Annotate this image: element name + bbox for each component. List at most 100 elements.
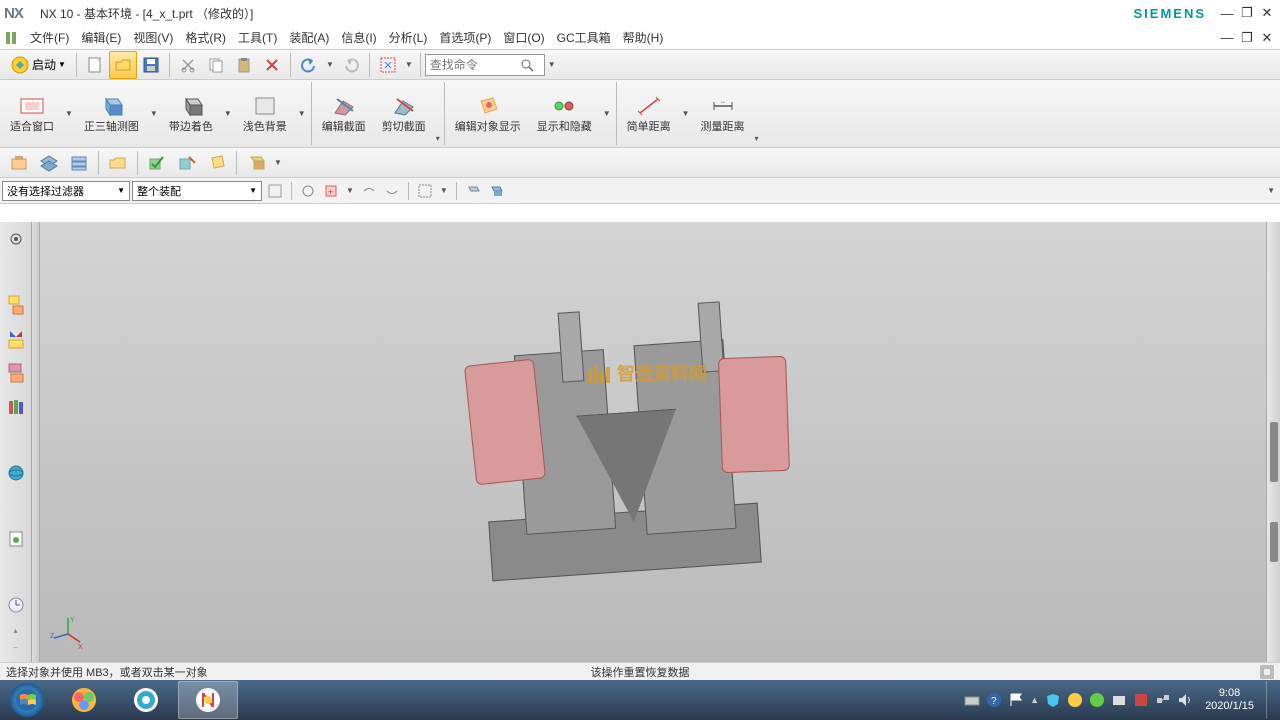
filter-dropdown[interactable]: 没有选择过滤器▼ xyxy=(2,181,130,201)
scope-dropdown[interactable]: 整个装配▼ xyxy=(132,181,262,201)
menu-file[interactable]: 文件(F) xyxy=(24,27,75,48)
scroll-thumb-1[interactable] xyxy=(1270,422,1278,482)
shaded-edges-button[interactable]: 带边着色 xyxy=(161,91,221,136)
menu-gctoolbox[interactable]: GC工具箱 xyxy=(551,27,617,48)
clock[interactable]: 9:08 2020/1/15 xyxy=(1199,687,1260,713)
volume-icon[interactable] xyxy=(1177,692,1193,708)
sel-2[interactable] xyxy=(297,180,319,202)
clip-section-button[interactable]: 剪切截面 xyxy=(374,91,434,136)
doc-close[interactable]: ✕ xyxy=(1258,30,1276,46)
fit-window-button[interactable]: 适合窗口 xyxy=(2,91,62,136)
tray-expand[interactable]: ▲ xyxy=(1030,695,1039,705)
gear-button[interactable] xyxy=(3,226,29,252)
asm-btn-5[interactable] xyxy=(142,150,172,176)
nav-button-4[interactable] xyxy=(3,394,29,420)
sel-1[interactable] xyxy=(264,180,286,202)
show-hide-dropdown[interactable]: ▼ xyxy=(600,109,614,118)
asm-btn-2[interactable] xyxy=(34,150,64,176)
asm-btn-7[interactable] xyxy=(202,150,232,176)
menu-window[interactable]: 窗口(O) xyxy=(497,27,550,48)
task-nx[interactable] xyxy=(178,681,238,719)
edit-section-button[interactable]: 编辑截面 xyxy=(314,91,374,136)
tray-icon-2[interactable] xyxy=(1067,692,1083,708)
sel-4[interactable] xyxy=(358,180,380,202)
maximize-button[interactable]: ❐ xyxy=(1238,5,1256,21)
fit-window-dropdown[interactable]: ▼ xyxy=(62,109,76,118)
shield-icon[interactable] xyxy=(1045,692,1061,708)
doc-minimize[interactable]: — xyxy=(1218,30,1236,46)
nav-button-5[interactable] xyxy=(3,460,29,486)
asm-btn-4[interactable] xyxy=(103,150,133,176)
tray-icon-5[interactable] xyxy=(1133,692,1149,708)
minimize-button[interactable]: — xyxy=(1218,5,1236,21)
menu-tools[interactable]: 工具(T) xyxy=(232,27,283,48)
status-icon[interactable] xyxy=(1260,665,1274,679)
asm-btn-1[interactable] xyxy=(4,150,34,176)
menu-edit[interactable]: 编辑(E) xyxy=(75,27,127,48)
delete-button[interactable] xyxy=(258,51,286,79)
collapse-up[interactable]: ▴ xyxy=(13,626,17,635)
menu-analysis[interactable]: 分析(L) xyxy=(383,27,434,48)
asm-btn-3[interactable] xyxy=(64,150,94,176)
sel-7[interactable] xyxy=(462,180,484,202)
copy-button[interactable] xyxy=(202,51,230,79)
undo-dropdown[interactable]: ▼ xyxy=(323,60,337,69)
viewport[interactable]: 智造资料网 X Y Z 正三轴测图 工作 摄像机 正三轴测图 xyxy=(40,222,1266,680)
bg-dropdown[interactable]: ▼ xyxy=(295,109,309,118)
collapse-mid[interactable]: – xyxy=(13,643,17,652)
section-expand[interactable]: ▾ xyxy=(434,132,442,145)
show-desktop[interactable] xyxy=(1266,681,1274,719)
trimetric-dropdown[interactable]: ▼ xyxy=(147,109,161,118)
new-button[interactable] xyxy=(81,51,109,79)
menu-format[interactable]: 格式(R) xyxy=(179,27,232,48)
open-button[interactable] xyxy=(109,51,137,79)
nav-button-1[interactable] xyxy=(3,292,29,318)
selbar-expand[interactable]: ▼ xyxy=(1264,186,1278,195)
asm-dropdown[interactable]: ▼ xyxy=(271,158,285,167)
sel-6[interactable] xyxy=(414,180,436,202)
sel-5[interactable] xyxy=(381,180,403,202)
menu-assembly[interactable]: 装配(A) xyxy=(283,27,335,48)
save-button[interactable] xyxy=(137,51,165,79)
trimetric-button[interactable]: 正三轴测图 xyxy=(76,91,147,136)
task-app-2[interactable] xyxy=(116,681,176,719)
redo-button[interactable] xyxy=(337,51,365,79)
edit-display-button[interactable]: 编辑对象显示 xyxy=(447,91,529,136)
nav-button-2[interactable] xyxy=(3,326,29,352)
menu-view[interactable]: 视图(V) xyxy=(127,27,179,48)
sel-dropdown[interactable]: ▼ xyxy=(343,186,357,195)
asm-btn-8[interactable] xyxy=(241,150,271,176)
task-app-1[interactable] xyxy=(54,681,114,719)
measure-distance-button[interactable]: ↔ 测量距离 xyxy=(693,91,753,136)
paste-button[interactable] xyxy=(230,51,258,79)
flag-icon[interactable] xyxy=(1008,692,1024,708)
nav-button-6[interactable] xyxy=(3,526,29,552)
command-search[interactable] xyxy=(425,54,545,76)
sel-dropdown-2[interactable]: ▼ xyxy=(437,186,451,195)
shaded-dropdown[interactable]: ▼ xyxy=(221,109,235,118)
measure-expand[interactable]: ▾ xyxy=(753,132,761,145)
keyboard-icon[interactable] xyxy=(964,692,980,708)
close-button[interactable]: ✕ xyxy=(1258,5,1276,21)
tray-icon-4[interactable] xyxy=(1111,692,1127,708)
menu-info[interactable]: 信息(I) xyxy=(335,27,382,48)
search-dropdown[interactable]: ▼ xyxy=(545,60,559,69)
scrollbar[interactable] xyxy=(1266,222,1280,680)
fit-dropdown[interactable]: ▼ xyxy=(402,60,416,69)
menu-preferences[interactable]: 首选项(P) xyxy=(433,27,497,48)
asm-btn-6[interactable] xyxy=(172,150,202,176)
show-hide-button[interactable]: 显示和隐藏 xyxy=(529,91,600,136)
search-input[interactable] xyxy=(430,58,520,72)
distance-dropdown[interactable]: ▼ xyxy=(679,109,693,118)
cut-button[interactable] xyxy=(174,51,202,79)
splitter[interactable] xyxy=(32,222,40,680)
sel-8[interactable] xyxy=(485,180,507,202)
view-fit-button[interactable] xyxy=(374,51,402,79)
sel-3[interactable]: + xyxy=(320,180,342,202)
undo-button[interactable] xyxy=(295,51,323,79)
doc-restore[interactable]: ❐ xyxy=(1238,30,1256,46)
scroll-thumb-2[interactable] xyxy=(1270,522,1278,562)
nav-button-3[interactable] xyxy=(3,360,29,386)
light-bg-button[interactable]: 浅色背景 xyxy=(235,91,295,136)
tray-icon-3[interactable] xyxy=(1089,692,1105,708)
